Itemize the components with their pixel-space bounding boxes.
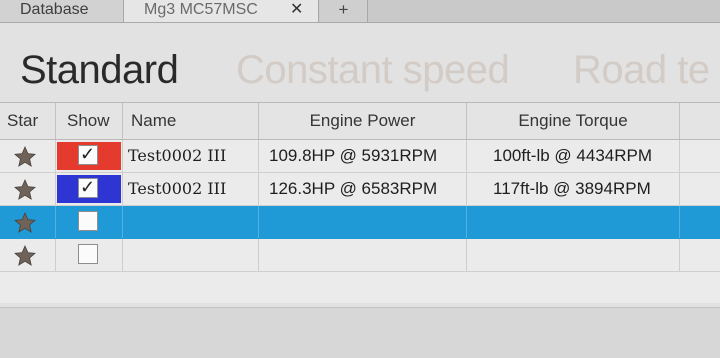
mode-tabs: Standard Constant speed Road te — [20, 48, 720, 92]
table-row[interactable]: ✓ Test0002 III 109.8HP @ 5931RPM 100ft-lb @… — [0, 140, 720, 173]
engine-power-cell: 109.8HP @ 5931RPM — [259, 140, 467, 172]
table-row[interactable] — [0, 239, 720, 272]
star-cell[interactable] — [0, 173, 56, 205]
close-icon[interactable]: ✕ — [290, 0, 303, 20]
checkmark-icon: ✓ — [80, 144, 96, 164]
show-checkbox[interactable]: ✓ — [78, 144, 98, 165]
tab-road-test[interactable]: Road te — [573, 48, 710, 92]
table-row[interactable]: ✓ Test0002 III 126.3HP @ 6583RPM 117ft-lb @… — [0, 173, 720, 206]
column-header-engine-torque[interactable]: Engine Torque — [467, 103, 680, 139]
engine-torque-cell: 117ft-lb @ 3894RPM — [467, 173, 680, 205]
show-checkbox[interactable]: ✓ — [78, 177, 98, 198]
column-header-show[interactable]: Show — [56, 103, 123, 139]
name-cell: Test0002 III — [123, 140, 259, 172]
engine-power-cell: 126.3HP @ 6583RPM — [259, 173, 467, 205]
star-icon[interactable] — [12, 244, 38, 268]
column-header-engine-power[interactable]: Engine Power — [259, 103, 467, 139]
star-cell[interactable] — [0, 140, 56, 172]
bottom-panel — [0, 307, 720, 358]
engine-power-cell — [259, 239, 467, 271]
star-icon[interactable] — [12, 178, 38, 202]
engine-torque-cell — [467, 239, 680, 271]
document-tab-strip: Database Mg3 MC57MSC ✕ + — [0, 0, 720, 23]
grid-header: Star Show Name Engine Power Engine Torqu… — [0, 103, 720, 140]
name-cell — [123, 239, 259, 271]
show-checkbox[interactable] — [78, 211, 98, 231]
star-cell[interactable] — [0, 206, 56, 238]
tab-database[interactable]: Database — [0, 0, 124, 22]
name-cell — [123, 206, 259, 238]
checkmark-icon: ✓ — [80, 177, 96, 197]
tab-mg3-mc57msc[interactable]: Mg3 MC57MSC ✕ — [124, 0, 319, 22]
engine-power-cell — [259, 206, 467, 238]
engine-torque-cell: 100ft-lb @ 4434RPM — [467, 140, 680, 172]
show-checkbox[interactable] — [78, 244, 98, 264]
tab-standard[interactable]: Standard — [20, 48, 179, 92]
results-grid: Star Show Name Engine Power Engine Torqu… — [0, 102, 720, 303]
star-icon[interactable] — [12, 211, 38, 235]
tab-database-label: Database — [20, 1, 89, 18]
star-icon[interactable] — [12, 145, 38, 169]
star-cell[interactable] — [0, 239, 56, 271]
table-row[interactable] — [0, 206, 720, 239]
column-header-star[interactable]: Star — [0, 103, 56, 139]
engine-torque-cell — [467, 206, 680, 238]
tab-active-label: Mg3 MC57MSC — [144, 1, 258, 18]
tab-constant-speed[interactable]: Constant speed — [236, 48, 510, 92]
column-header-name[interactable]: Name — [123, 103, 259, 139]
add-tab-button[interactable]: + — [320, 0, 368, 22]
name-cell: Test0002 III — [123, 173, 259, 205]
